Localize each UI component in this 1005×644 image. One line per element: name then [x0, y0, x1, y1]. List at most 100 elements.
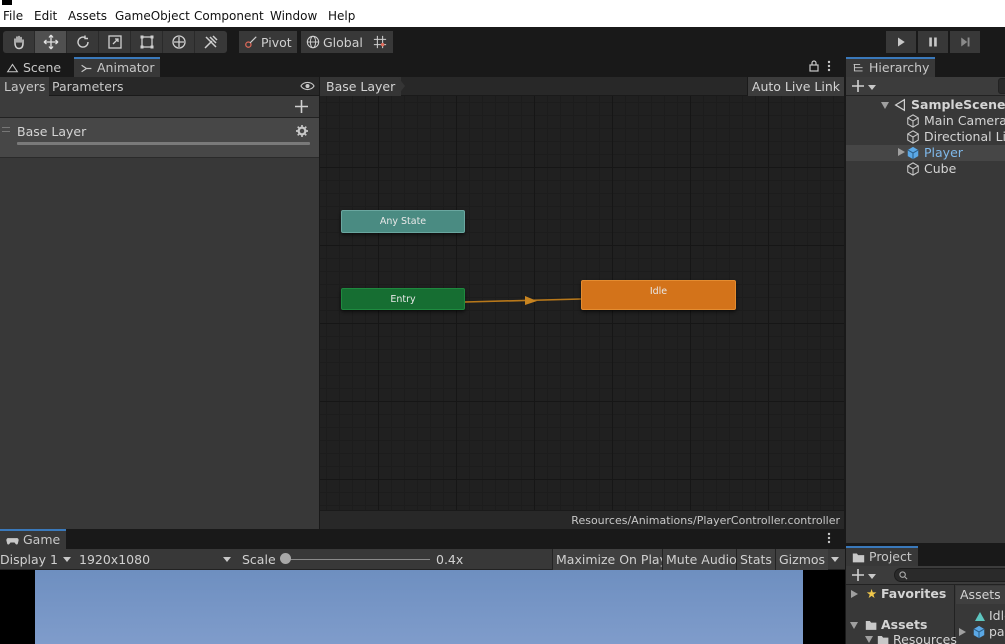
- project-resources-row[interactable]: Resources: [846, 632, 957, 644]
- hierarchy-item-cube[interactable]: Cube: [846, 161, 1005, 177]
- favorites-label: Favorites: [881, 586, 947, 601]
- transform-tool-button[interactable]: [163, 31, 195, 53]
- state-any-state[interactable]: Any State: [341, 210, 465, 233]
- state-entry[interactable]: Entry: [341, 288, 465, 310]
- menu-edit[interactable]: Edit: [34, 9, 57, 23]
- tab-parameters[interactable]: Parameters: [48, 77, 128, 96]
- chevron-down-icon[interactable]: [63, 557, 71, 562]
- breadcrumb-base-layer[interactable]: Base Layer: [320, 77, 402, 96]
- prefab-icon: [973, 625, 985, 639]
- fold-right-icon[interactable]: [959, 628, 966, 636]
- game-toolbar: Display 1 1920x1080 Scale 0.4x Maximize …: [0, 549, 845, 570]
- play-button[interactable]: [886, 31, 916, 53]
- scale-slider-track[interactable]: [286, 559, 430, 560]
- hierarchy-item-label: Cube: [924, 161, 957, 176]
- chevron-down-icon[interactable]: [868, 85, 876, 90]
- animation-clip-icon: [975, 612, 985, 621]
- pause-icon: [929, 37, 937, 47]
- hierarchy-tabbar: Hierarchy: [846, 57, 1005, 78]
- gamepad-icon: [6, 538, 19, 545]
- tab-scene[interactable]: Scene: [0, 57, 67, 78]
- hierarchy-scene-row[interactable]: SampleScene*: [846, 97, 1005, 113]
- state-idle[interactable]: Idle: [581, 280, 736, 310]
- lock-icon[interactable]: [809, 60, 819, 72]
- tab-animator[interactable]: Animator: [74, 57, 161, 78]
- hierarchy-toolbar: [846, 77, 1005, 96]
- star-icon: ★: [866, 586, 878, 601]
- add-icon[interactable]: [852, 80, 864, 92]
- fold-down-icon[interactable]: [865, 636, 873, 643]
- tab-layers[interactable]: Layers: [0, 77, 50, 96]
- fold-right-icon[interactable]: [898, 148, 905, 156]
- hierarchy-icon: [853, 63, 863, 72]
- game-view[interactable]: [0, 570, 845, 644]
- animator-icon: [81, 64, 92, 73]
- maximize-on-play-toggle[interactable]: Maximize On Play: [552, 549, 670, 570]
- chevron-down-icon[interactable]: [223, 557, 231, 562]
- pivot-label: Pivot: [261, 34, 292, 50]
- tab-game[interactable]: Game: [0, 529, 67, 549]
- menu-bar: File Edit Assets GameObject Component Wi…: [0, 6, 1005, 27]
- play-icon: [898, 37, 905, 47]
- grid-snap-button[interactable]: [367, 31, 393, 53]
- tab-animator-label: Animator: [97, 60, 155, 75]
- menu-help[interactable]: Help: [328, 9, 355, 23]
- pivot-toggle[interactable]: Pivot: [239, 31, 297, 53]
- layer-item-base[interactable]: Base Layer: [0, 118, 319, 158]
- scale-tool-button[interactable]: [99, 31, 131, 53]
- hierarchy-item-player[interactable]: Player: [846, 145, 1005, 161]
- auto-live-link-button[interactable]: Auto Live Link: [746, 77, 844, 96]
- eye-icon[interactable]: [300, 80, 315, 92]
- project-breadcrumb[interactable]: Assets: [956, 586, 1005, 604]
- menu-assets[interactable]: Assets: [68, 9, 107, 23]
- fold-right-icon[interactable]: [851, 590, 858, 598]
- rect-tool-button[interactable]: [131, 31, 163, 53]
- scale-icon: [107, 35, 122, 49]
- step-button[interactable]: [950, 31, 980, 53]
- add-layer-icon[interactable]: [295, 100, 308, 113]
- chevron-down-icon[interactable]: [831, 557, 839, 562]
- tab-project[interactable]: Project: [846, 546, 918, 566]
- pause-button[interactable]: [918, 31, 948, 53]
- display-dropdown[interactable]: Display 1: [0, 549, 58, 570]
- main-tabbar: Scene Animator: [0, 57, 845, 78]
- menu-component[interactable]: Component: [194, 9, 264, 23]
- mute-audio-toggle[interactable]: Mute Audio: [662, 549, 740, 570]
- hierarchy-search-input[interactable]: [998, 78, 1005, 94]
- menu-window[interactable]: Window: [270, 9, 317, 23]
- custom-tool-button[interactable]: [195, 31, 227, 53]
- state-any-state-label: Any State: [379, 216, 427, 227]
- chevron-down-icon[interactable]: [868, 574, 876, 579]
- unity-scene-icon: [894, 98, 905, 112]
- hierarchy-item-label: Player: [924, 145, 963, 160]
- hierarchy-item-directional-light[interactable]: Directional Light: [846, 129, 1005, 145]
- menu-gameobject[interactable]: GameObject: [115, 9, 190, 23]
- fold-down-icon[interactable]: [881, 102, 889, 109]
- prefab-icon: [907, 146, 919, 160]
- kebab-menu-icon[interactable]: [826, 60, 832, 73]
- gear-icon[interactable]: [296, 125, 308, 137]
- layer-name: Base Layer: [17, 124, 87, 139]
- tab-hierarchy[interactable]: Hierarchy: [846, 57, 936, 78]
- project-search-input[interactable]: [894, 568, 1005, 582]
- animator-graph[interactable]: Base Layer Auto Live Link Any State Entr…: [320, 77, 844, 529]
- tab-scene-label: Scene: [23, 60, 62, 75]
- scale-slider-handle[interactable]: [280, 553, 291, 564]
- move-tool-button[interactable]: [35, 31, 67, 53]
- rotate-tool-button[interactable]: [67, 31, 99, 53]
- hierarchy-item-main-camera[interactable]: Main Camera: [846, 113, 1005, 129]
- stats-toggle[interactable]: Stats: [736, 549, 775, 570]
- global-toggle[interactable]: Global: [301, 31, 368, 53]
- add-icon[interactable]: [852, 569, 864, 581]
- project-tabbar: Project: [846, 546, 1005, 566]
- gizmos-toggle[interactable]: Gizmos: [775, 549, 829, 570]
- resolution-dropdown[interactable]: 1920x1080: [79, 549, 150, 570]
- project-favorites-row[interactable]: ★ Favorites: [846, 586, 954, 604]
- menu-file[interactable]: File: [3, 9, 23, 23]
- hand-tool-button[interactable]: [3, 31, 35, 53]
- fold-down-icon[interactable]: [850, 622, 858, 629]
- drag-handle-icon[interactable]: [2, 127, 10, 132]
- game-viewport[interactable]: [35, 570, 803, 644]
- transition-arrow[interactable]: [465, 292, 581, 306]
- kebab-menu-icon[interactable]: [826, 532, 832, 545]
